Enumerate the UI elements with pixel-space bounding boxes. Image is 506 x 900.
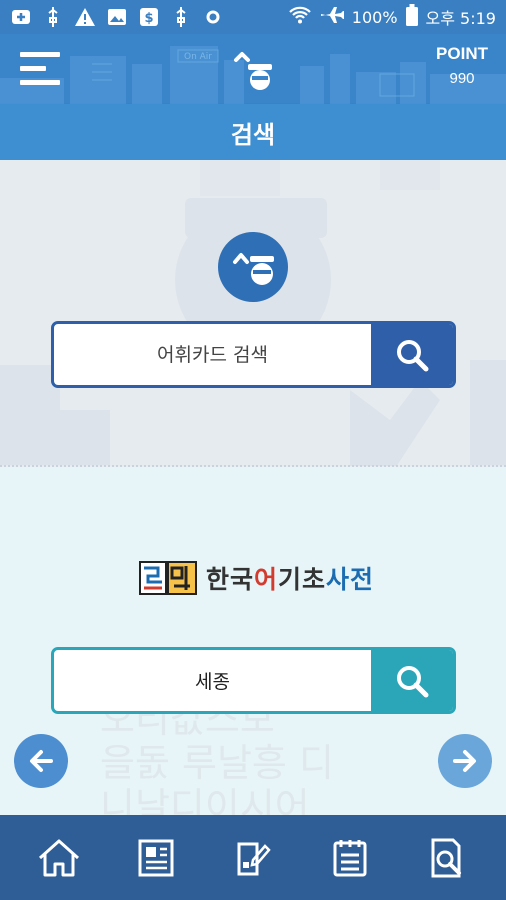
- previous-button[interactable]: [14, 734, 68, 788]
- search-document-icon: [431, 838, 462, 877]
- search-icon: [397, 339, 429, 371]
- vocab-search-button[interactable]: [371, 324, 453, 385]
- point-display: POINT 990: [436, 44, 488, 87]
- dictionary-search-box: [51, 647, 456, 714]
- plus-box-icon: [10, 6, 32, 28]
- next-button[interactable]: [438, 734, 492, 788]
- notification-icons: $: [10, 6, 224, 28]
- search-icon: [397, 665, 429, 697]
- vocab-search-box: [51, 321, 456, 388]
- dict-title-part: 사전: [326, 565, 375, 594]
- menu-button[interactable]: [20, 50, 64, 88]
- vocab-search-input[interactable]: [54, 324, 371, 385]
- edit-note-icon: [237, 842, 271, 875]
- clock: 오후 5:19: [425, 9, 496, 28]
- arrow-right-icon: [453, 750, 476, 772]
- status-bar: $ 100% 오후 5:19: [0, 0, 506, 34]
- mascot-badge: [218, 232, 288, 302]
- mascot-logo-icon: [234, 52, 272, 90]
- dictionary-logo: 한국어기초사전: [138, 560, 374, 596]
- dictionary-search-button[interactable]: [371, 650, 453, 711]
- menu-icon-bar: [20, 80, 60, 85]
- nav-news[interactable]: [126, 828, 186, 888]
- airplane-icon: [320, 5, 345, 29]
- usb-icon-2: [170, 6, 192, 28]
- page-title: 검색: [230, 120, 276, 149]
- battery-percent: 100%: [351, 7, 398, 27]
- dict-title-part: 어: [254, 565, 279, 594]
- dictionary-logo-icon: [139, 561, 197, 595]
- mascot-background-decoration: [0, 160, 506, 466]
- vocab-search-section: [0, 160, 506, 466]
- point-value: 990: [449, 70, 475, 87]
- dictionary-search-section: 오리값스보 을돐 루날흥 디 니날디이시어 한국어기초사전: [0, 467, 506, 815]
- nav-home[interactable]: [29, 828, 89, 888]
- wifi-icon: [288, 5, 312, 29]
- menu-icon: [20, 52, 60, 57]
- home-icon: [38, 839, 79, 876]
- dollar-icon: $: [138, 6, 160, 28]
- image-icon: [106, 6, 128, 28]
- point-label: POINT: [436, 44, 488, 63]
- dict-title-part: 기초: [278, 565, 327, 594]
- battery-icon: [405, 4, 418, 30]
- dictionary-search-input[interactable]: [54, 650, 371, 711]
- svg-text:$: $: [144, 11, 153, 26]
- settings-icon: [202, 6, 224, 28]
- hangul-background-decoration: 오리값스보 을돐 루날흥 디 니날디이시어: [100, 697, 334, 815]
- system-status: 100% 오후 5:19: [288, 4, 496, 30]
- arrow-left-icon: [30, 750, 53, 772]
- newspaper-icon: [138, 839, 174, 876]
- dict-title-part: 한국: [206, 565, 255, 594]
- title-bar: 검색: [0, 104, 506, 160]
- app-header: On Air POINT 990: [0, 34, 506, 104]
- bottom-navigation: [0, 815, 506, 900]
- list-icon: [333, 839, 367, 876]
- nav-list[interactable]: [320, 828, 380, 888]
- dictionary-title: 한국어기초사전: [206, 560, 374, 596]
- warning-icon: [74, 6, 96, 28]
- svg-text:On Air: On Air: [184, 52, 212, 62]
- nav-write[interactable]: [223, 828, 283, 888]
- menu-icon-bar: [20, 66, 46, 71]
- nav-search-doc[interactable]: [417, 828, 477, 888]
- mascot-icon: [233, 253, 274, 285]
- usb-icon: [42, 6, 64, 28]
